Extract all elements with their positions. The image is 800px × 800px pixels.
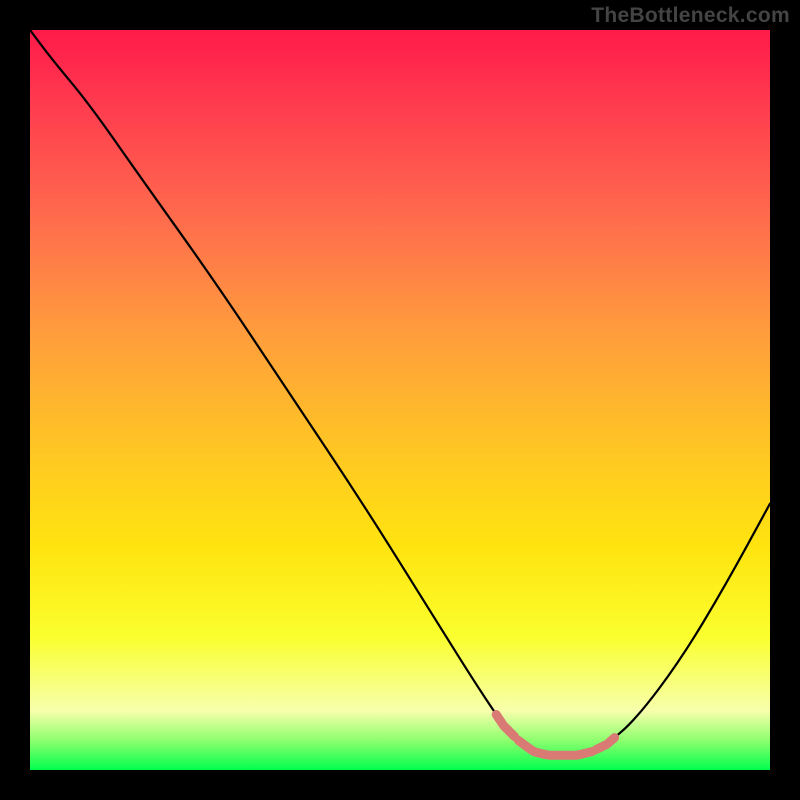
highlight-cap-left <box>496 715 515 737</box>
highlight-segment <box>518 740 592 755</box>
curve-layer <box>30 30 770 770</box>
bottleneck-curve <box>30 30 770 755</box>
watermark-text: TheBottleneck.com <box>591 4 790 28</box>
highlight-cap-right <box>596 738 615 750</box>
plot-area <box>30 30 770 770</box>
bottleneck-chart: TheBottleneck.com <box>0 0 800 800</box>
